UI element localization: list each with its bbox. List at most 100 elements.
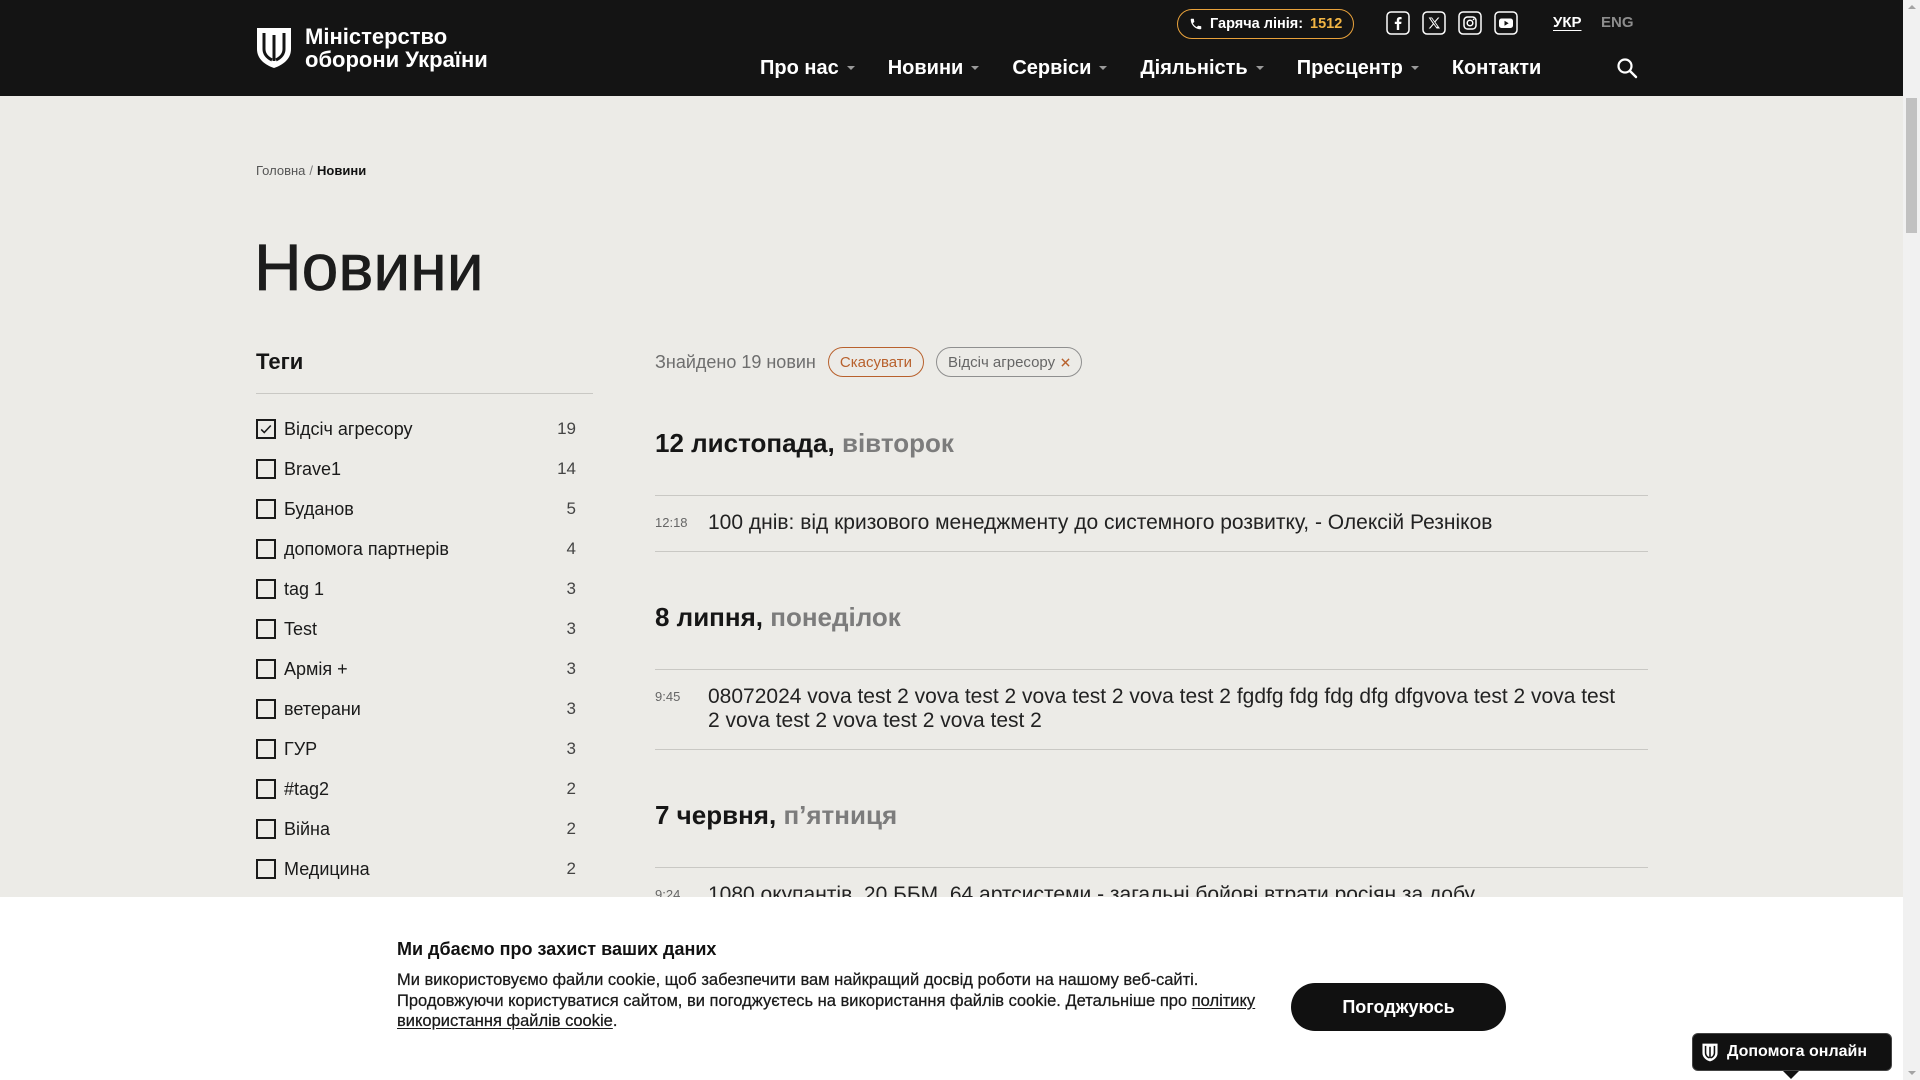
help-chat-button[interactable]: Допомога онлайн: [1692, 1033, 1892, 1079]
nav-item-news[interactable]: Новини: [888, 56, 980, 80]
nav-item-label: Контакти: [1451, 57, 1542, 79]
tag-count: 3: [566, 739, 576, 758]
chevron-down-icon: [1410, 66, 1419, 70]
breadcrumb: Головна / Новини: [256, 163, 366, 179]
tooltip-pointer: [1783, 1071, 1799, 1079]
nav-item-about[interactable]: Про нас: [760, 56, 855, 80]
nav-item-services[interactable]: Сервіси: [1012, 56, 1108, 80]
checkbox[interactable]: [256, 579, 276, 599]
youtube-link[interactable]: [1494, 11, 1518, 35]
tag-count: 3: [566, 619, 576, 638]
hotline-button[interactable]: Гаряча лінія: 1512: [1177, 9, 1355, 39]
news-weekday: вівторок: [841, 428, 954, 458]
news-date: 12 листопада,: [655, 428, 835, 458]
checkbox-checked[interactable]: [256, 419, 276, 439]
tag-filter-item[interactable]: Буданов 5: [256, 489, 576, 529]
tag-filter-item[interactable]: Test 3: [256, 609, 576, 649]
news-date: 7 червня,: [655, 800, 777, 830]
tag-count: 2: [566, 859, 576, 878]
cookie-title: Ми дбаємо про захист ваших даних: [397, 939, 717, 959]
tag-label: Brave1: [284, 458, 342, 479]
news-time: 9:45: [655, 689, 681, 704]
news-title-link[interactable]: 100 днів: від кризового менеджменту до с…: [708, 511, 1492, 535]
tag-label: #tag2: [284, 778, 330, 799]
cookie-accept-button[interactable]: Погоджуюсь: [1291, 983, 1506, 1031]
tag-label: Війна: [284, 818, 331, 839]
tag-filter-item[interactable]: Brave1 14: [256, 449, 576, 489]
reset-filters-button[interactable]: Скасувати: [827, 347, 925, 377]
x-icon: [1422, 11, 1446, 35]
ministry-emblem-icon: [257, 28, 291, 68]
site-logo[interactable]: Міністерство оборони України: [256, 25, 488, 71]
news-weekday: п’ятниця: [783, 800, 898, 830]
nav-item-label: Про нас: [760, 57, 839, 79]
news-item[interactable]: 12:18 100 днів: від кризового менеджменту…: [655, 496, 1648, 552]
instagram-link[interactable]: [1458, 11, 1482, 35]
nav-item-press-center[interactable]: Пресцентр: [1297, 56, 1419, 80]
breadcrumb-separator: /: [309, 163, 314, 178]
tag-label: Буданов: [284, 498, 354, 519]
news-date-heading: 12 листопада, вівторок: [655, 427, 1648, 459]
breadcrumb-home-link[interactable]: Головна: [256, 163, 305, 178]
tag-filter-item[interactable]: ветерани 3: [256, 689, 576, 729]
tag-count: 3: [566, 699, 576, 718]
site-header: Міністерство оборони України Гаряча ліні…: [0, 0, 1903, 96]
tag-filter-item[interactable]: tag 1 3: [256, 569, 576, 609]
tag-filter-item[interactable]: Відсіч агресору 19: [256, 409, 576, 449]
tag-count: 3: [566, 579, 576, 598]
scroll-up-arrow-icon[interactable]: [1907, 5, 1916, 9]
nav-item-contacts[interactable]: Контакти: [1452, 56, 1542, 80]
results-count: Знайдено 19 новин: [655, 351, 816, 372]
tag-filter-item[interactable]: ГУР 3: [256, 729, 576, 769]
tag-label: Відсіч агресору: [284, 418, 413, 439]
active-filter-chip[interactable]: Відсіч агресору: [936, 347, 1083, 377]
chevron-down-icon: [1255, 66, 1264, 70]
tags-title: Теги: [256, 348, 593, 394]
checkbox[interactable]: [256, 459, 276, 479]
checkbox[interactable]: [256, 699, 276, 719]
news-title-link[interactable]: 08072024 vova test 2 vova test 2 vova te…: [708, 685, 1623, 733]
nav-item-activity[interactable]: Діяльність: [1140, 56, 1264, 80]
news-item[interactable]: 9:45 08072024 vova test 2 vova test 2 vov…: [655, 670, 1648, 750]
checkbox[interactable]: [256, 779, 276, 799]
tag-label: ГУР: [284, 738, 318, 759]
nav-item-label: Діяльність: [1140, 57, 1248, 79]
tag-filter-item[interactable]: Медицина 2: [256, 849, 576, 889]
social-links: [1386, 11, 1518, 35]
checkbox[interactable]: [256, 659, 276, 679]
checkbox[interactable]: [256, 859, 276, 879]
tag-filter-item[interactable]: #tag2 2: [256, 769, 576, 809]
language-ukr[interactable]: УКР: [1553, 14, 1582, 32]
close-icon[interactable]: [1061, 357, 1070, 367]
news-date: 8 липня,: [655, 602, 763, 632]
x-link[interactable]: [1422, 11, 1446, 35]
news-date-group: 12 листопада, вівторок 12:18 100 днів: від…: [655, 427, 1648, 552]
nav-item-label: Новини: [887, 57, 964, 79]
youtube-icon: [1494, 11, 1518, 35]
facebook-link[interactable]: [1386, 11, 1410, 35]
news-date-heading: 7 червня, п’ятниця: [655, 799, 1648, 831]
checkbox[interactable]: [256, 619, 276, 639]
phone-icon: [1190, 18, 1202, 30]
checkbox[interactable]: [256, 499, 276, 519]
page-scrollbar[interactable]: [1903, 0, 1920, 1080]
language-eng[interactable]: ENG: [1601, 14, 1634, 32]
tag-count: 19: [557, 419, 576, 438]
breadcrumb-current: Новини: [317, 163, 367, 178]
scroll-down-arrow-icon[interactable]: [1907, 1071, 1916, 1075]
instagram-icon: [1458, 11, 1482, 35]
tag-filter-item[interactable]: Війна 2: [256, 809, 576, 849]
checkbox[interactable]: [256, 539, 276, 559]
tag-filter-item[interactable]: Армія + 3: [256, 649, 576, 689]
scrollbar-thumb[interactable]: [1906, 98, 1917, 233]
search-button[interactable]: [1616, 57, 1638, 79]
tag-label: ветерани: [284, 698, 361, 719]
cookie-banner: Ми дбаємо про захист ваших даних Ми вико…: [0, 897, 1903, 1080]
checkbox[interactable]: [256, 819, 276, 839]
tag-filter-item[interactable]: допомога партнерів 4: [256, 529, 576, 569]
hotline-label: Гаряча лінія:: [1210, 16, 1304, 32]
checkbox[interactable]: [256, 739, 276, 759]
active-filter-label: Відсіч агресору: [948, 353, 1056, 371]
news-date-group: 8 липня, понеділок 9:45 08072024 vova test…: [655, 601, 1648, 750]
tags-sidebar: Теги Відсіч агресору 19 Brave1 14 Буданов 5 до…: [256, 348, 593, 889]
